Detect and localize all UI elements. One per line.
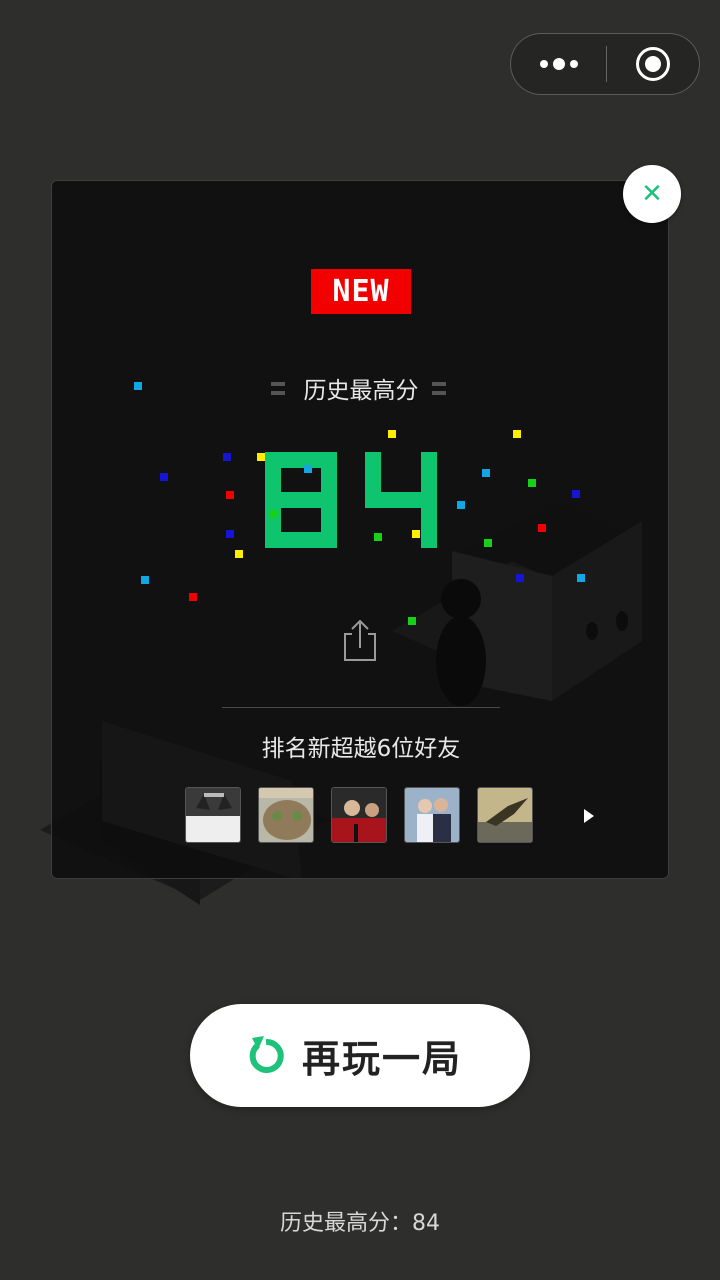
confetti [223,453,231,461]
result-panel: NEW 历史最高分 排名新超越6位好友 [51,180,669,879]
close-button[interactable]: ✕ [623,165,681,223]
confetti [528,479,536,487]
confetti [304,465,312,473]
confetti [226,530,234,538]
confetti [269,510,277,518]
confetti [516,574,524,582]
more-dots-icon[interactable] [511,34,606,94]
friend-avatar-football[interactable] [331,787,387,843]
friend-avatar-cat[interactable] [185,787,241,843]
replay-button[interactable]: 再玩一局 [190,1004,530,1107]
confetti [412,530,420,538]
friend-avatar-kitten[interactable] [258,787,314,843]
new-record-badge: NEW [311,269,411,314]
close-icon: ✕ [641,179,663,209]
play-right-icon[interactable] [584,809,594,823]
confetti [141,576,149,584]
share-icon[interactable] [342,618,378,662]
rank-text: 排名新超越6位好友 [261,736,461,762]
confetti [408,617,416,625]
divider [222,707,500,708]
confetti [538,524,546,532]
confetti [484,539,492,547]
confetti [160,473,168,481]
confetti [482,469,490,477]
friend-avatar-couple[interactable] [404,787,460,843]
confetti [513,430,521,438]
replay-label: 再玩一局 [302,1037,463,1081]
replay-icon [249,1036,284,1073]
confetti [388,430,396,438]
confetti [374,533,382,541]
mini-program-capsule [510,33,700,95]
friend-avatar-bird[interactable] [477,787,533,843]
best-score-label: 历史最高分 [303,378,419,404]
confetti [226,491,234,499]
target-circle-icon[interactable] [607,34,701,94]
confetti [235,550,243,558]
confetti [457,501,465,509]
confetti [189,593,197,601]
footer-best-score: 历史最高分：84 [280,1211,440,1236]
confetti [572,490,580,498]
confetti [577,574,585,582]
confetti [257,453,265,461]
confetti [134,382,142,390]
